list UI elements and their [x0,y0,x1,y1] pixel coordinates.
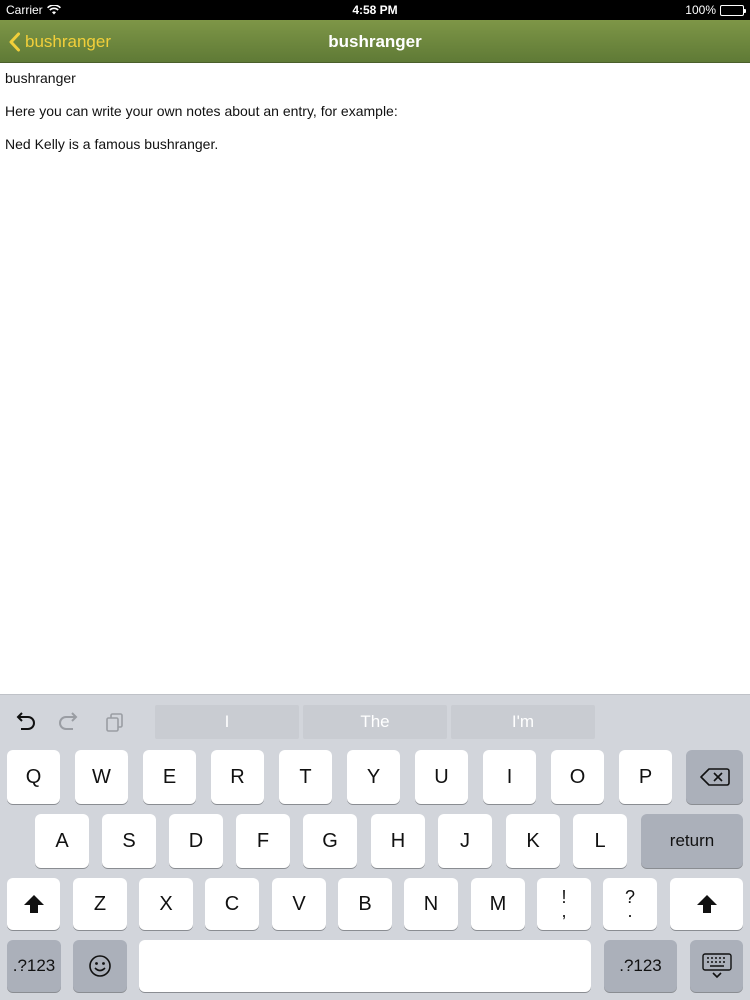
key-z[interactable]: Z [73,878,127,930]
battery-group: 100% [685,3,746,17]
paste-icon[interactable] [102,709,128,735]
key-b[interactable]: B [338,878,392,930]
key-f[interactable]: F [236,814,290,868]
dismiss-keyboard-key[interactable] [690,940,743,992]
key-t[interactable]: T [279,750,332,804]
key-p[interactable]: P [619,750,672,804]
shift-key-right[interactable] [670,878,743,930]
notes-text-area[interactable]: bushranger Here you can write your own n… [0,64,750,694]
key-m[interactable]: M [471,878,525,930]
notes-line: Ned Kelly is a famous bushranger. [5,136,219,152]
undo-icon[interactable] [12,709,38,735]
keyboard-dismiss-icon [701,953,732,979]
key-v[interactable]: V [272,878,326,930]
key-y[interactable]: Y [347,750,400,804]
shift-icon [23,895,44,913]
key-n[interactable]: N [404,878,458,930]
chevron-left-icon [9,32,20,51]
suggestion-3[interactable]: I'm [451,705,595,739]
numbers-key-right[interactable]: .?123 [604,940,677,992]
back-button-label: bushranger [25,31,112,51]
status-time: 4:58 PM [352,3,398,17]
notes-line: bushranger [5,70,76,86]
return-key[interactable]: return [641,814,743,868]
suggestion-1[interactable]: I [155,705,299,739]
space-bar[interactable] [139,940,591,992]
key-d[interactable]: D [169,814,223,868]
key-e[interactable]: E [143,750,196,804]
backspace-icon [699,768,730,786]
key-u[interactable]: U [415,750,468,804]
redo-icon[interactable] [56,709,82,735]
numbers-key-left[interactable]: .?123 [7,940,61,992]
key-period-label: . [627,901,633,921]
key-g[interactable]: G [303,814,357,868]
backspace-key[interactable] [686,750,743,804]
shortcut-bar: I The I'm [0,695,750,745]
key-k[interactable]: K [506,814,560,868]
page-title: bushranger [328,32,422,51]
status-bar: Carrier 4:58 PM 100% [0,0,750,20]
key-question-period[interactable]: ? . [603,878,657,930]
key-i[interactable]: I [483,750,536,804]
key-comma-label: , [561,901,567,921]
key-l[interactable]: L [573,814,627,868]
battery-icon [720,4,746,16]
shift-icon [696,895,717,913]
battery-percent: 100% [685,3,716,17]
key-c[interactable]: C [205,878,259,930]
key-r[interactable]: R [211,750,264,804]
suggestion-2[interactable]: The [303,705,447,739]
navigation-bar: bushranger bushranger [0,20,750,63]
key-exclaim-comma[interactable]: ! , [537,878,591,930]
key-o[interactable]: O [551,750,604,804]
key-w[interactable]: W [75,750,128,804]
shift-key-left[interactable] [7,878,60,930]
emoji-key[interactable] [73,940,127,992]
onscreen-keyboard: I The I'm Q W E R T Y U I O P A S D F G … [0,694,750,1000]
key-j[interactable]: J [438,814,492,868]
key-s[interactable]: S [102,814,156,868]
emoji-icon [89,955,111,977]
key-h[interactable]: H [371,814,425,868]
back-button[interactable]: bushranger [8,20,111,63]
key-q[interactable]: Q [7,750,60,804]
notes-line: Here you can write your own notes about … [5,103,398,119]
key-x[interactable]: X [139,878,193,930]
key-a[interactable]: A [35,814,89,868]
